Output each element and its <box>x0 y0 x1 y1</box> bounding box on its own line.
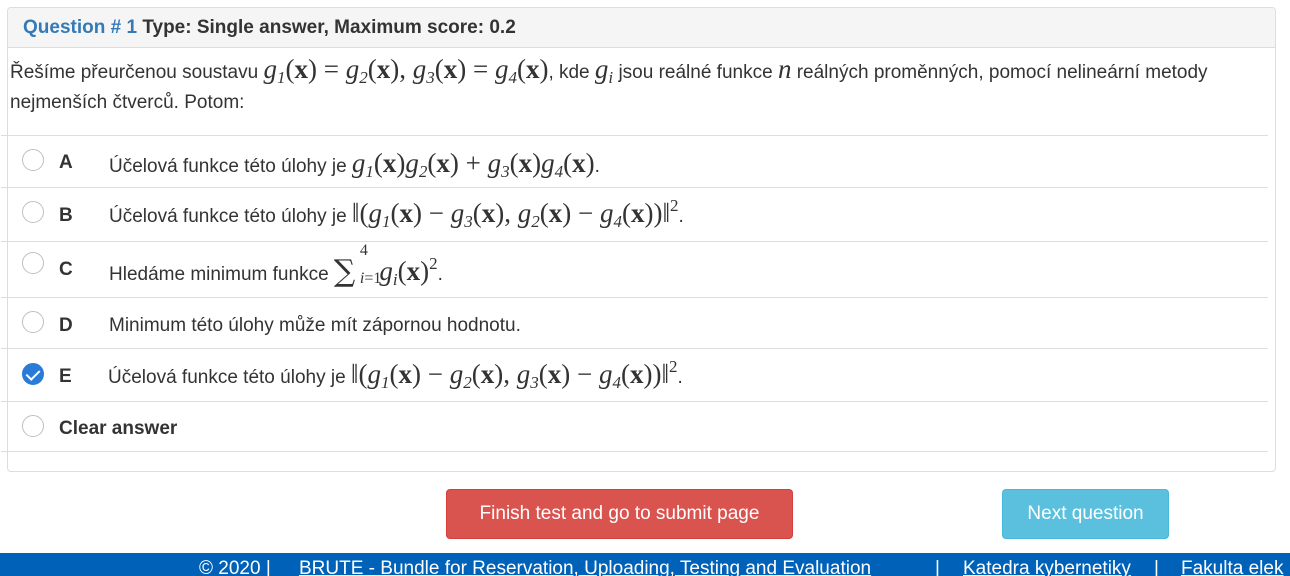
radio-button-checked[interactable] <box>22 363 44 385</box>
math-formula: ‖(g1(x) − g3(x), g2(x) − g4(x))‖2 <box>351 196 679 231</box>
question-text-part: Řešíme přeurčenou soustavu <box>10 62 259 83</box>
option-body: Účelová funkce této úlohy je g1(x)g2(x) … <box>109 148 600 181</box>
question-number: Question # 1 <box>23 17 138 38</box>
option-body: Účelová funkce této úlohy je ‖(g1(x) − g… <box>108 357 683 392</box>
option-a[interactable]: A Účelová funkce této úlohy je g1(x)g2(x… <box>1 135 1268 187</box>
option-body: Účelová funkce této úlohy je ‖(g1(x) − g… <box>109 196 684 231</box>
footer-separator: | <box>1154 558 1159 576</box>
footer-fakulta-link[interactable]: Fakulta elek <box>1181 558 1283 576</box>
option-text: Účelová funkce této úlohy je <box>109 206 347 227</box>
option-text: Hledáme minimum funkce <box>109 264 329 285</box>
question-text: Řešíme přeurčenou soustavu g1(x) = g2(x)… <box>10 54 1270 118</box>
option-letter: D <box>59 315 73 336</box>
next-question-button[interactable]: Next question <box>1002 489 1169 539</box>
option-text: Účelová funkce této úlohy je <box>108 367 346 388</box>
option-body: Hledáme minimum funkce ∑ 4 i=1 gi(x)2. <box>109 242 443 289</box>
option-e[interactable]: E Účelová funkce této úlohy je ‖(g1(x) −… <box>1 348 1268 401</box>
question-text-part: , kde <box>548 62 590 83</box>
question-type: Type: Single answer, Maximum score: 0.2 <box>142 17 516 38</box>
radio-button[interactable] <box>22 252 44 274</box>
math-formula: g1(x)g2(x) + g3(x)g4(x) <box>351 148 595 181</box>
option-clear[interactable]: Clear answer <box>1 401 1268 452</box>
math-n: n <box>777 54 792 84</box>
option-b[interactable]: B Účelová funkce této úlohy je ‖(g1(x) −… <box>1 187 1268 241</box>
radio-button[interactable] <box>22 201 44 223</box>
question-text-part: jsou reálné funkce <box>618 62 773 83</box>
math-gi: gi <box>594 54 614 87</box>
option-text: Minimum této úlohy může mít zápornou hod… <box>109 315 521 336</box>
radio-button[interactable] <box>22 415 44 437</box>
math-formula: ∑ 4 i=1 gi(x)2 <box>333 242 438 289</box>
option-letter: A <box>59 152 73 173</box>
radio-button[interactable] <box>22 149 44 171</box>
math-system: g1(x) = g2(x), g3(x) = g4(x) <box>263 54 549 87</box>
option-letter: B <box>59 205 73 226</box>
footer-brute-link[interactable]: BRUTE - Bundle for Reservation, Uploadin… <box>299 558 871 576</box>
footer-separator: | <box>935 558 940 576</box>
option-text: Účelová funkce této úlohy je <box>109 156 347 177</box>
option-letter: E <box>59 366 72 387</box>
footer-katedra-link[interactable]: Katedra kybernetiky <box>963 558 1131 576</box>
option-c[interactable]: C Hledáme minimum funkce ∑ 4 i=1 gi(x)2. <box>1 241 1268 297</box>
option-letter: C <box>59 259 73 280</box>
footer-copyright: © 2020 | <box>199 558 271 576</box>
clear-answer-label: Clear answer <box>59 418 178 439</box>
finish-test-button[interactable]: Finish test and go to submit page <box>446 489 793 539</box>
math-formula: ‖(g1(x) − g2(x), g3(x) − g4(x))‖2 <box>350 357 678 392</box>
question-header: Question # 1 Type: Single answer, Maximu… <box>8 8 1275 48</box>
option-d[interactable]: D Minimum této úlohy může mít zápornou h… <box>1 297 1268 348</box>
radio-button[interactable] <box>22 311 44 333</box>
footer: © 2020 | BRUTE - Bundle for Reservation,… <box>0 553 1290 576</box>
